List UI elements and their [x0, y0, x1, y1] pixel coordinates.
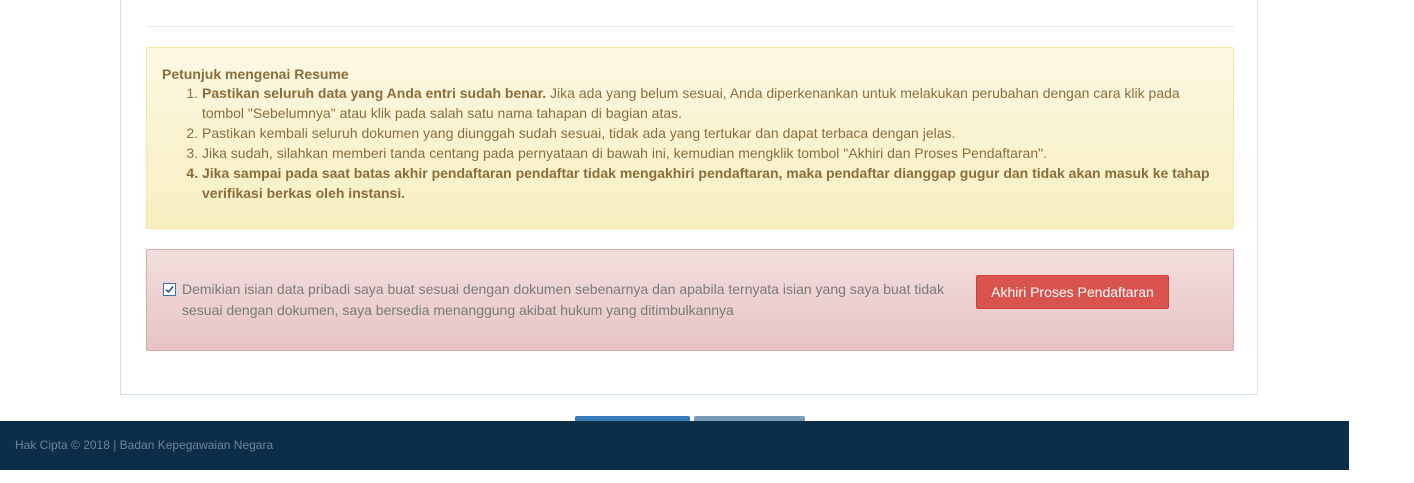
- checkmark-icon: [165, 285, 174, 294]
- copyright-text: Hak Cipta © 2018 | Badan Kepegawaian Neg…: [15, 438, 274, 452]
- section-divider: [146, 26, 1234, 27]
- agreement-checkbox[interactable]: [163, 283, 176, 296]
- declaration-alert: Demikian isian data pribadi saya buat se…: [146, 249, 1234, 351]
- resume-instructions-alert: Petunjuk mengenai Resume Pastikan seluru…: [146, 47, 1234, 229]
- instruction-item-1: Pastikan seluruh data yang Anda entri su…: [202, 83, 1218, 123]
- finish-registration-button[interactable]: Akhiri Proses Pendaftaran: [976, 275, 1169, 309]
- footer: Hak Cipta © 2018 | Badan Kepegawaian Neg…: [0, 421, 1349, 470]
- instruction-item-4: Jika sampai pada saat batas akhir pendaf…: [202, 163, 1218, 203]
- instructions-list: Pastikan seluruh data yang Anda entri su…: [162, 83, 1218, 203]
- agreement-statement[interactable]: Demikian isian data pribadi saya buat se…: [182, 279, 952, 321]
- instruction-item-1-bold: Pastikan seluruh data yang Anda entri su…: [202, 85, 547, 101]
- instruction-item-2-text: Pastikan kembali seluruh dokumen yang di…: [202, 125, 956, 141]
- instruction-item-2: Pastikan kembali seluruh dokumen yang di…: [202, 123, 1218, 143]
- instruction-item-3-text: Jika sudah, silahkan memberi tanda centa…: [202, 145, 1047, 161]
- instruction-item-4-text: Jika sampai pada saat batas akhir pendaf…: [202, 165, 1210, 201]
- instructions-title: Petunjuk mengenai Resume: [162, 66, 349, 82]
- instruction-item-3: Jika sudah, silahkan memberi tanda centa…: [202, 143, 1218, 163]
